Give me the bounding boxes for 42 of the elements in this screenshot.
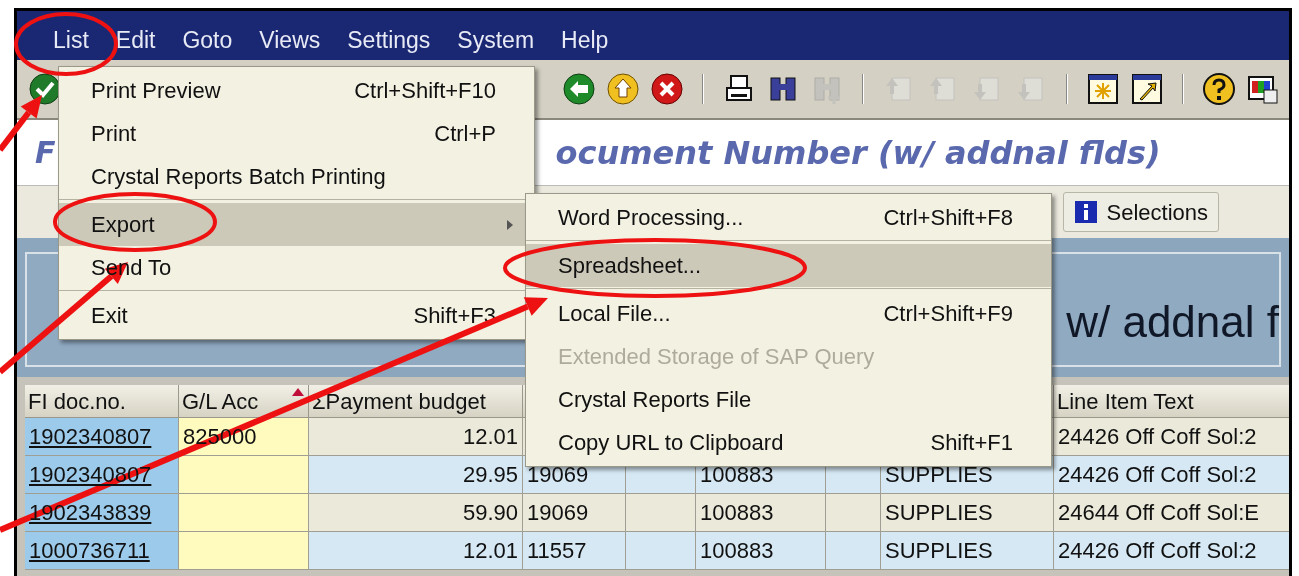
menu-bar-item[interactable]: System: [457, 22, 535, 57]
table-cell: 12.01: [309, 418, 523, 456]
document-link[interactable]: 1000736711: [25, 532, 179, 570]
column-header[interactable]: G/L Acc: [179, 385, 309, 418]
table-cell: 100883: [696, 532, 826, 570]
table-cell: 59.90: [309, 494, 523, 532]
column-header[interactable]: Line Item Text: [1054, 385, 1289, 418]
menu-item[interactable]: Crystal Reports Batch Printing: [59, 155, 534, 198]
screen-title: ocument Number (w/ addnal flds): [555, 132, 1161, 174]
cancel-icon[interactable]: [650, 72, 684, 106]
submenu-arrow-icon: [506, 218, 514, 231]
shortcut-icon[interactable]: [1130, 72, 1164, 106]
menu-bar-item[interactable]: Goto: [182, 22, 233, 57]
screen-title: F: [35, 134, 56, 172]
table-cell: 100883: [696, 494, 826, 532]
sort-indicator-icon: [292, 388, 304, 396]
selections-button[interactable]: Selections: [1063, 192, 1219, 232]
table-cell: 12.01: [309, 532, 523, 570]
menu-item[interactable]: Crystal Reports File: [526, 378, 1051, 421]
table-cell: 24644 Off Coff Sol:E: [1054, 494, 1289, 532]
table-cell: SUPPLIES: [881, 532, 1054, 570]
table-cell: 24426 Off Coff Sol:2: [1054, 456, 1289, 494]
table-cell: 11557: [523, 532, 626, 570]
table-cell: 19069: [523, 494, 626, 532]
new-window-icon[interactable]: [1086, 72, 1120, 106]
menu-item[interactable]: Print Ctrl+P: [59, 112, 534, 155]
menu-bar-item[interactable]: Help: [561, 22, 609, 57]
info-icon: [1074, 200, 1099, 224]
help-icon[interactable]: [1202, 72, 1236, 106]
column-header[interactable]: FI doc.no.: [25, 385, 179, 418]
menu-item[interactable]: Local File... Ctrl+Shift+F9: [526, 292, 1051, 335]
document-link[interactable]: 1902340807: [25, 418, 179, 456]
menu-bar-item[interactable]: Edit: [115, 22, 156, 57]
menu-bar-item[interactable]: Settings: [347, 22, 431, 57]
table-cell: 29.95: [309, 456, 523, 494]
table-cell: 24426 Off Coff Sol:2: [1054, 418, 1289, 456]
table-cell: SUPPLIES: [881, 494, 1054, 532]
menu-item[interactable]: Spreadsheet...: [526, 244, 1051, 287]
table-cell: 24426 Off Coff Sol:2: [1054, 532, 1289, 570]
menu-bar-item[interactable]: Views: [259, 22, 321, 57]
menu-bar-item[interactable]: List: [53, 22, 89, 57]
report-heading: w/ addnal f: [1066, 296, 1279, 348]
